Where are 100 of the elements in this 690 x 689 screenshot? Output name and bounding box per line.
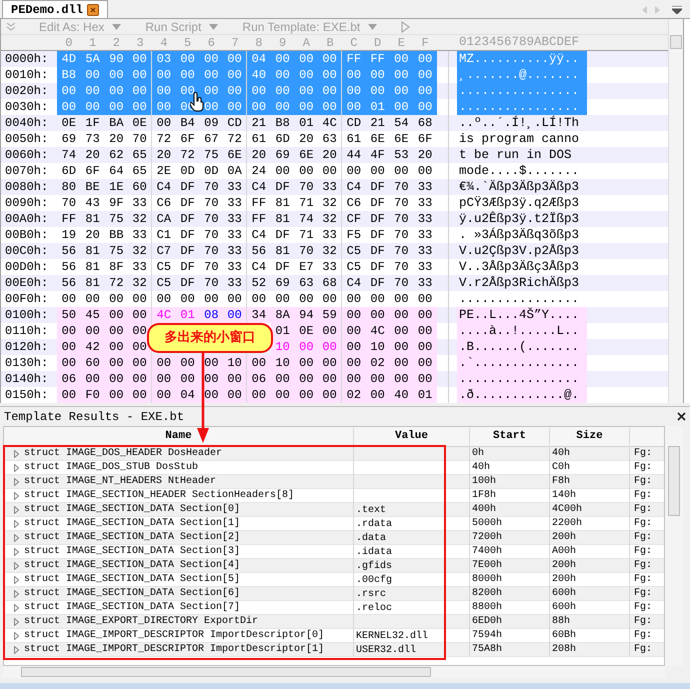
caret-icon [112,24,122,30]
column-header: 5 [183,34,192,52]
collapse-icon[interactable] [7,22,15,30]
hex-byte: C7 [156,243,172,259]
hex-byte: 00 [294,355,318,371]
horizontal-scrollbar[interactable] [3,666,665,678]
hex-byte: C6 [346,195,362,211]
hex-byte: 00 [80,371,104,387]
hex-byte: 70 [393,179,410,195]
hex-byte: 00 [80,99,104,115]
column-header: 3 [136,34,145,52]
hex-byte: 00 [390,339,414,355]
hex-byte: B8 [57,67,81,83]
value-cell: .gfids [356,560,392,572]
hex-byte: 00 [152,67,176,83]
ascii-text: V.r2Åßp3RichÄßp3 [458,275,580,291]
row-offset: 0150h: [4,387,50,403]
column-header[interactable]: Start [470,428,550,445]
start-cell: 7E00h [472,560,502,571]
hex-byte: 60 [80,355,104,371]
row-offset: 0050h: [4,131,50,148]
hex-byte: 40 [247,67,271,83]
column-header: D [373,34,382,52]
value-cell: .rdata [356,518,392,530]
hex-byte: 00 [270,67,294,83]
vertical-scrollbar[interactable] [668,19,683,403]
hex-byte: 70 [203,243,220,259]
hex-byte: 00 [80,323,104,339]
hex-byte: 00 [84,291,101,307]
hex-byte: 00 [223,83,247,99]
hex-byte: 00 [128,371,152,387]
column-header: C [349,34,358,52]
file-tab[interactable]: PEDemo.dll [2,0,108,18]
hex-byte: E7 [298,259,315,275]
hex-byte: DF [369,211,386,227]
hex-byte: 00 [342,323,366,339]
hex-byte: 20 [108,131,125,147]
start-cell: 40h [472,462,490,473]
close-icon[interactable] [87,4,100,16]
hex-byte: 33 [416,259,434,275]
row-offset: 00C0h: [4,243,50,260]
hex-byte: 00 [274,291,291,307]
column-header[interactable]: Size [550,428,630,445]
hex-byte: 67 [203,131,220,147]
hex-byte: 19 [60,227,78,243]
play-icon[interactable] [401,20,410,32]
name-cell-text: struct IMAGE_SECTION_DATA Section[0] [24,502,240,517]
hex-byte: F5 [346,227,362,243]
hex-byte: 90 [104,51,128,67]
hex-byte: 00 [176,51,200,67]
start-cell: 75A8h [472,644,502,655]
hex-byte: FF [250,211,268,227]
start-cell: 8800h [472,602,502,613]
column-header: 1 [88,34,98,52]
hex-byte: 00 [128,83,152,99]
hex-byte: 00 [152,99,176,115]
size-cell: 40h [552,448,570,459]
ascii-text: ÿ.u2Êßp3ÿ.t2Ïßp3 [458,211,580,227]
hex-byte: DF [179,259,196,275]
vertical-scrollbar[interactable] [665,426,683,666]
hex-byte: 33 [416,195,434,211]
hex-byte: DF [179,227,196,243]
hex-byte: 01 [298,115,315,131]
hex-byte: 45 [80,307,104,323]
ascii-text: ................ [457,99,587,115]
dropdown-icon[interactable] [672,6,682,14]
name-cell-text: struct IMAGE_NT_HEADERS NtHeader [24,474,216,489]
value-cell: KERNEL32.dll [356,630,428,642]
name-cell-text: struct IMAGE_SECTION_DATA Section[2] [24,530,240,545]
hex-byte: 00 [416,163,434,179]
hex-byte: 00 [390,355,414,371]
hex-byte: 53 [393,147,410,163]
table-cell: Fg: [634,630,652,641]
hex-byte: 00 [270,51,294,67]
hex-byte: 00 [318,67,342,83]
close-icon[interactable] [677,412,686,421]
hex-byte: 9F [108,195,125,211]
hex-byte: 00 [366,371,390,387]
table-cell: Fg: [634,560,652,571]
hex-byte: 70 [203,211,220,227]
name-cell-text: struct IMAGE_SECTION_DATA Section[7] [24,600,240,615]
size-cell: 4C00h [552,504,582,515]
hex-byte: 00 [104,387,128,403]
table-cell: Fg: [634,574,652,585]
row-offset: 0140h: [4,371,50,388]
hex-byte: C4 [156,179,172,195]
row-offset: 00A0h: [4,211,50,228]
name-cell-text: struct IMAGE_DOS_HEADER DosHeader [24,446,222,461]
hex-byte: 56 [250,243,268,259]
column-header[interactable]: Value [354,428,470,445]
hex-byte: 00 [318,355,342,371]
hex-byte: 00 [104,307,128,323]
size-cell: 600h [552,602,576,613]
hex-byte: 52 [250,275,268,291]
hex-byte: 00 [156,291,172,307]
hex-byte: 00 [57,323,81,339]
hex-byte: 20 [250,147,268,163]
hex-byte: 0D [203,163,220,179]
value-cell: .reloc [356,602,392,614]
hex-byte: 44 [346,147,362,163]
